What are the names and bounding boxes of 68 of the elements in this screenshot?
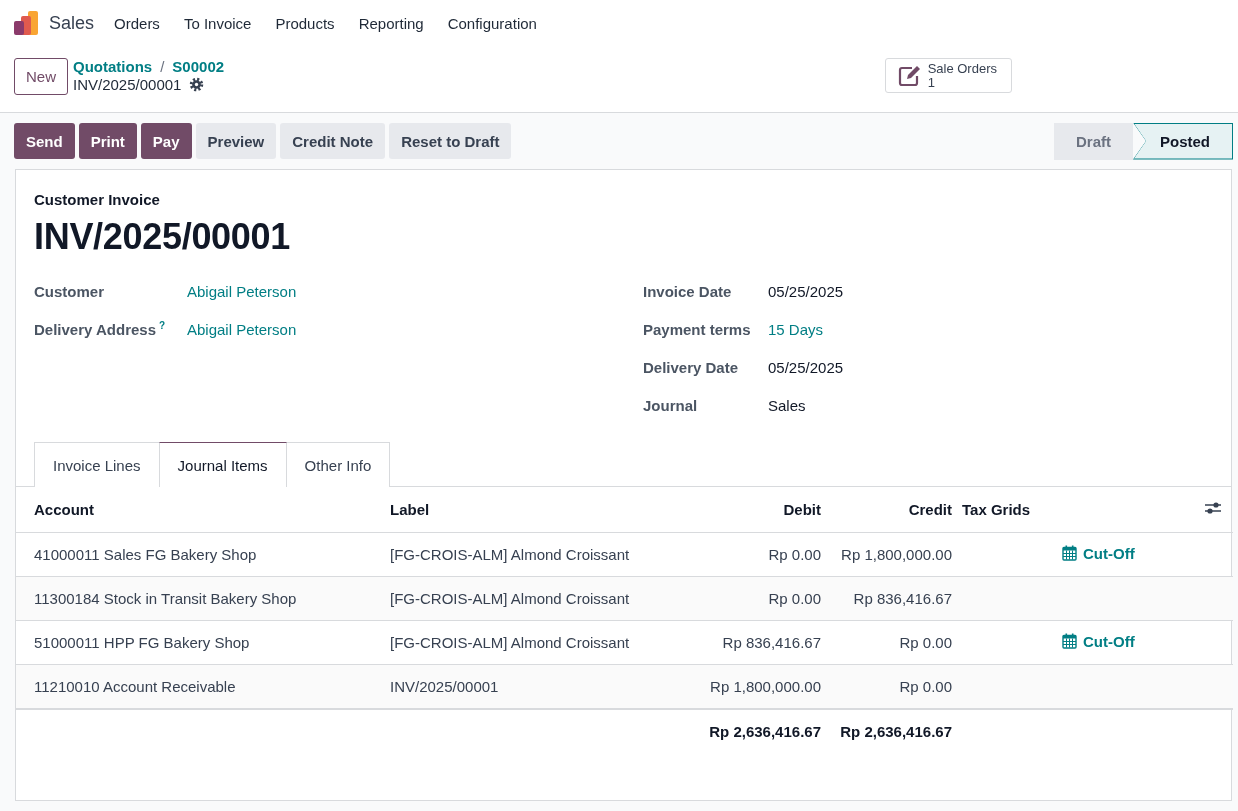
credit-cell: Rp 1,800,000.00 bbox=[841, 546, 952, 563]
action-button[interactable]: Preview bbox=[195, 123, 277, 159]
credit-cell: Rp 0.00 bbox=[899, 634, 952, 651]
account-cell: 11300184 Stock in Transit Bakery Shop bbox=[34, 590, 297, 607]
calendar-icon bbox=[1062, 633, 1077, 650]
status-step[interactable]: Posted bbox=[1133, 122, 1233, 160]
field-value[interactable]: 15 Days bbox=[768, 320, 824, 338]
field-value: 05/25/2025 bbox=[768, 358, 844, 376]
action-button[interactable]: Pay bbox=[140, 123, 192, 159]
edit-icon bbox=[897, 65, 922, 87]
action-button[interactable]: Print bbox=[78, 123, 137, 159]
breadcrumb-link[interactable]: S00002 bbox=[172, 58, 225, 75]
tab[interactable]: Journal Items bbox=[158, 442, 287, 487]
menu-item[interactable]: Products bbox=[275, 14, 335, 32]
field-label: Invoice Date bbox=[643, 282, 732, 300]
field-label: Delivery Address bbox=[34, 321, 156, 338]
field-label: Delivery Date bbox=[643, 358, 739, 376]
app-name[interactable]: Sales bbox=[49, 12, 95, 34]
label-cell: INV/2025/00001 bbox=[390, 678, 499, 695]
menu-item[interactable]: To Invoice bbox=[183, 14, 252, 32]
column-header[interactable]: Account bbox=[34, 501, 94, 518]
field-label: Customer bbox=[34, 282, 104, 300]
field-value[interactable]: Abigail Peterson bbox=[187, 282, 297, 300]
record-name: INV/2025/00001 bbox=[73, 76, 182, 93]
menu-item[interactable]: Reporting bbox=[358, 14, 424, 32]
column-settings-icon[interactable] bbox=[1204, 500, 1222, 516]
breadcrumb-separator: / bbox=[160, 58, 165, 75]
calendar-icon bbox=[1062, 545, 1077, 562]
action-button[interactable]: Send bbox=[14, 123, 75, 159]
account-cell: 11210010 Account Receivable bbox=[34, 678, 236, 695]
credit-cell: Rp 836,416.67 bbox=[853, 590, 952, 607]
sale-orders-button[interactable]: Sale Orders 1 bbox=[884, 58, 1012, 93]
invoice-title: INV/2025/00001 bbox=[34, 216, 291, 258]
app-logo-icon bbox=[13, 10, 39, 36]
document-type: Customer Invoice bbox=[34, 191, 161, 208]
menu-item[interactable]: Orders bbox=[114, 14, 160, 32]
menu-item[interactable]: Configuration bbox=[447, 14, 537, 32]
debit-cell: Rp 0.00 bbox=[768, 546, 821, 563]
debit-cell: Rp 836,416.67 bbox=[722, 634, 821, 651]
credit-cell: Rp 0.00 bbox=[899, 678, 952, 695]
tab[interactable]: Invoice Lines bbox=[34, 442, 160, 487]
settings-icon[interactable] bbox=[189, 77, 205, 92]
field-value[interactable]: Abigail Peterson bbox=[187, 320, 297, 338]
new-button[interactable]: New bbox=[14, 58, 68, 95]
debit-total: Rp 2,636,416.67 bbox=[709, 723, 821, 740]
help-tooltip[interactable]: ? bbox=[159, 320, 166, 331]
field-label: Journal bbox=[643, 396, 698, 414]
field-label: Payment terms bbox=[643, 320, 751, 338]
tab[interactable]: Other Info bbox=[285, 442, 391, 487]
cut-off-link[interactable]: Cut-Off bbox=[1062, 632, 1135, 650]
field-value: Sales bbox=[768, 396, 806, 414]
column-header[interactable]: Credit bbox=[908, 501, 952, 518]
column-header[interactable]: Label bbox=[390, 501, 430, 518]
label-cell: [FG-CROIS-ALM] Almond Croissant bbox=[390, 634, 630, 651]
column-header[interactable]: Debit bbox=[783, 501, 821, 518]
action-button[interactable]: Credit Note bbox=[280, 123, 386, 159]
account-cell: 51000011 HPP FG Bakery Shop bbox=[34, 634, 250, 651]
cut-off-link[interactable]: Cut-Off bbox=[1062, 544, 1135, 562]
debit-cell: Rp 1,800,000.00 bbox=[710, 678, 821, 695]
label-cell: [FG-CROIS-ALM] Almond Croissant bbox=[390, 590, 630, 607]
label-cell: [FG-CROIS-ALM] Almond Croissant bbox=[390, 546, 630, 563]
debit-cell: Rp 0.00 bbox=[768, 590, 821, 607]
account-cell: 41000011 Sales FG Bakery Shop bbox=[34, 546, 257, 563]
breadcrumb-link[interactable]: Quotations bbox=[73, 58, 153, 75]
credit-total: Rp 2,636,416.67 bbox=[840, 723, 952, 740]
column-header[interactable]: Tax Grids bbox=[962, 501, 1031, 518]
field-value: 05/25/2025 bbox=[768, 282, 844, 300]
action-button[interactable]: Reset to Draft bbox=[389, 123, 512, 159]
